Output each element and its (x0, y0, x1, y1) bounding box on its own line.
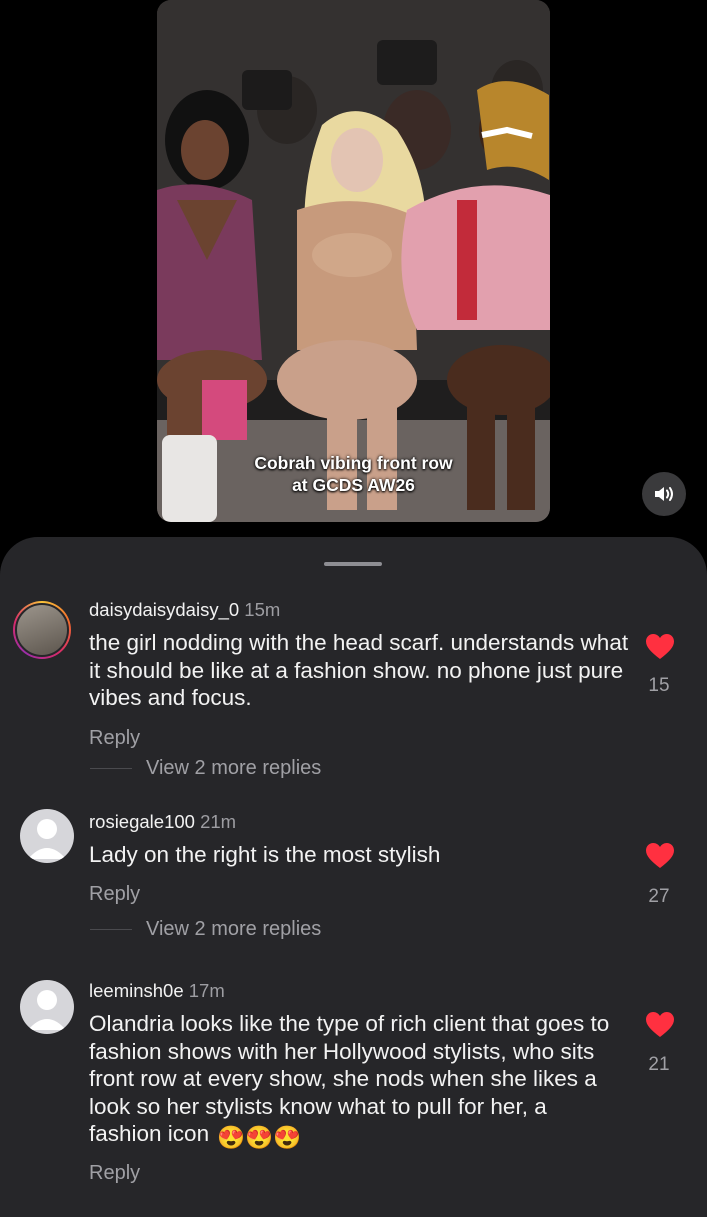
default-avatar-icon (28, 819, 66, 859)
video-caption: Cobrah vibing front row at GCDS AW26 (157, 452, 550, 496)
comment-meta: daisydaisydaisy_0 15m (89, 599, 280, 621)
reply-button[interactable]: Reply (89, 1162, 140, 1185)
comment-meta: rosiegale100 21m (89, 811, 236, 833)
heart-eyes-emoji: 😍😍😍 (217, 1125, 302, 1150)
avatar[interactable] (20, 809, 74, 863)
heart-icon[interactable] (646, 843, 674, 869)
comment-username[interactable]: daisydaisydaisy_0 (89, 599, 239, 620)
comment-time: 17m (188, 980, 225, 1001)
comment-text: Olandria looks like the type of rich cli… (89, 1010, 614, 1152)
comment-text-body: Olandria looks like the type of rich cli… (89, 1011, 610, 1146)
comments-sheet: daisydaisydaisy_0 15m the girl nodding w… (0, 537, 707, 1217)
video-frame-image (157, 0, 550, 522)
reply-button[interactable]: Reply (89, 883, 140, 906)
sheet-drag-handle[interactable] (324, 562, 382, 566)
like-count: 15 (648, 675, 670, 696)
comment-username[interactable]: leeminsh0e (89, 980, 184, 1001)
replies-divider (90, 929, 132, 930)
heart-icon[interactable] (646, 1012, 674, 1038)
comment-text: Lady on the right is the most stylish (89, 842, 441, 867)
default-avatar-icon (28, 990, 66, 1030)
view-more-replies-label: View 2 more replies (146, 757, 322, 779)
avatar[interactable] (13, 601, 71, 659)
speaker-icon (655, 487, 673, 501)
video-player[interactable]: Cobrah vibing front row at GCDS AW26 (157, 0, 550, 522)
comment-text: the girl nodding with the head scarf. un… (89, 630, 629, 710)
view-more-replies-button[interactable]: View 2 more replies (90, 757, 321, 780)
avatar-image (15, 603, 69, 657)
replies-divider (90, 768, 132, 769)
view-more-replies-button[interactable]: View 2 more replies (90, 918, 321, 941)
like-count: 27 (648, 886, 670, 907)
comment-username[interactable]: rosiegale100 (89, 811, 195, 832)
comment-time: 21m (200, 811, 237, 832)
caption-line-1: Cobrah vibing front row (254, 453, 453, 473)
caption-line-2: at GCDS AW26 (292, 475, 415, 495)
mute-button[interactable] (642, 472, 686, 516)
heart-icon[interactable] (646, 634, 674, 660)
reply-button[interactable]: Reply (89, 727, 140, 750)
comment-time: 15m (244, 599, 281, 620)
comment-meta: leeminsh0e 17m (89, 980, 225, 1002)
like-count: 21 (648, 1054, 670, 1075)
view-more-replies-label: View 2 more replies (146, 918, 322, 940)
avatar[interactable] (20, 980, 74, 1034)
